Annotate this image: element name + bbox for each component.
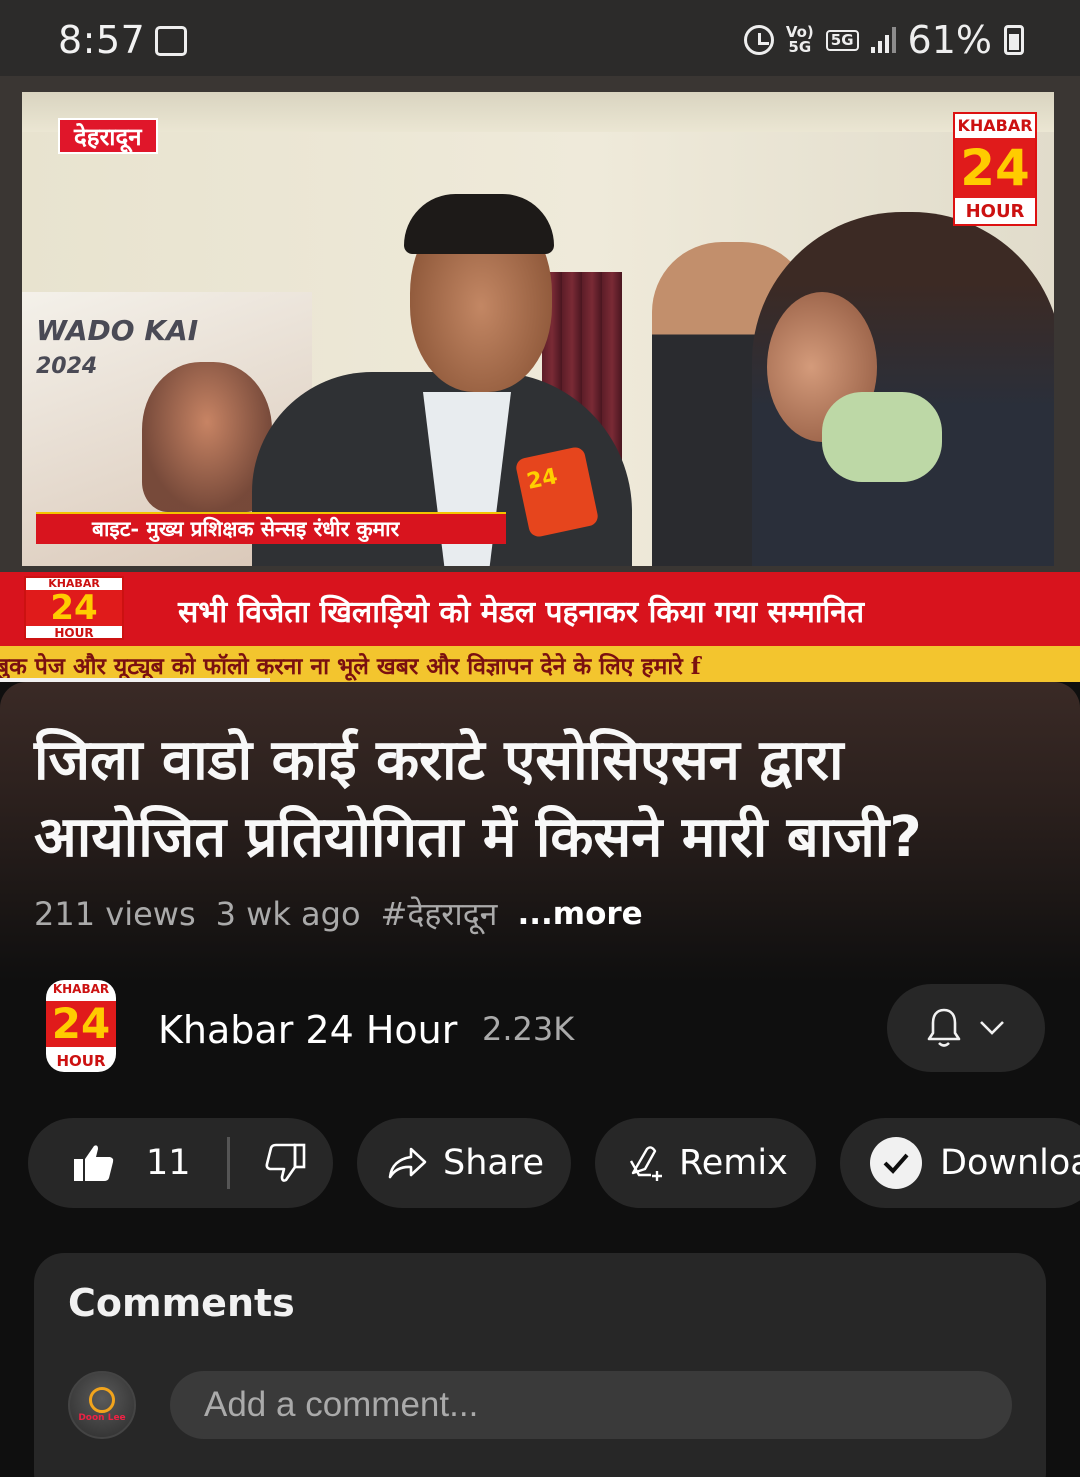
bell-icon <box>927 1008 961 1047</box>
notification-settings-button[interactable] <box>887 984 1045 1072</box>
share-button[interactable]: Share <box>357 1118 571 1208</box>
chevron-down-icon <box>980 1021 1004 1035</box>
like-count: 11 <box>146 1143 191 1183</box>
check-circle-icon <box>870 1137 922 1189</box>
ticker-text: बुक पेज और यूट्यूब को फॉलो करना ना भूले … <box>0 653 701 680</box>
comments-section[interactable]: Comments Doon Lee <box>34 1253 1046 1477</box>
share-label: Share <box>443 1143 545 1183</box>
video-meta[interactable]: 211 views 3 wk ago #देहरादून ...more <box>34 892 643 935</box>
remix-button[interactable]: Remix <box>595 1118 816 1208</box>
like-divider <box>226 1137 230 1189</box>
channel-row[interactable]: KHABAR 24 HOUR Khabar 24 Hour 2.23K <box>0 980 1080 1080</box>
subscriber-count: 2.23K <box>482 1010 575 1048</box>
remix-icon <box>629 1146 662 1181</box>
download-label: Downloa <box>940 1143 1080 1183</box>
status-icons: Vo) 5G 5G 61% <box>743 18 1024 62</box>
action-bar: 11 Share Remix Downloa <box>0 1118 1080 1208</box>
video-frame: WADO KAI 2024 24 <box>22 92 1054 566</box>
comment-input[interactable] <box>170 1371 1012 1439</box>
comments-title: Comments <box>68 1281 295 1325</box>
like-icon[interactable] <box>72 1143 116 1183</box>
avatar-logo-icon <box>89 1387 115 1413</box>
share-icon <box>388 1147 427 1179</box>
channel-name[interactable]: Khabar 24 Hour <box>158 1008 457 1052</box>
alarm-icon <box>743 25 774 55</box>
channel-avatar[interactable]: KHABAR 24 HOUR <box>46 980 116 1072</box>
location-tag: देहरादून <box>58 118 158 154</box>
view-count: 211 views <box>34 894 196 933</box>
5g-icon: 5G <box>825 29 859 51</box>
battery-percent: 61% <box>907 18 992 62</box>
video-title[interactable]: जिला वाडो काई कराटे एसोसिएसन द्वारा आयोज… <box>34 722 1044 876</box>
hashtag-link[interactable]: #देहरादून <box>381 892 498 935</box>
user-avatar: Doon Lee <box>68 1371 136 1439</box>
battery-icon <box>1004 25 1024 55</box>
status-bar: 8:57 Vo) 5G 5G 61% <box>0 0 1080 76</box>
like-dislike-group: 11 <box>28 1118 333 1208</box>
remix-label: Remix <box>679 1143 788 1183</box>
lower-third-caption: बाइट- मुख्य प्रशिक्षक सेन्सइ रंधीर कुमार <box>36 512 506 544</box>
volte-indicator: Vo) 5G <box>785 23 814 56</box>
more-link[interactable]: ...more <box>517 896 642 932</box>
video-player[interactable]: WADO KAI 2024 24 देहरादून KHABAR 24 HOUR … <box>0 76 1080 682</box>
signal-icon <box>870 27 896 53</box>
news-ticker: बुक पेज और यूट्यूब को फॉलो करना ना भूले … <box>0 646 1080 682</box>
gallery-notification-icon <box>155 26 187 56</box>
download-button[interactable]: Downloa <box>840 1118 1080 1208</box>
dislike-icon[interactable] <box>262 1143 306 1183</box>
headline-text: सभी विजेता खिलाड़ियो को मेडल पहनाकर किया… <box>178 595 865 630</box>
clock: 8:57 <box>58 18 146 62</box>
headline-logo: KHABAR 24 HOUR <box>24 576 124 640</box>
channel-watermark: KHABAR 24 HOUR <box>953 112 1037 226</box>
upload-age: 3 wk ago <box>215 894 361 933</box>
